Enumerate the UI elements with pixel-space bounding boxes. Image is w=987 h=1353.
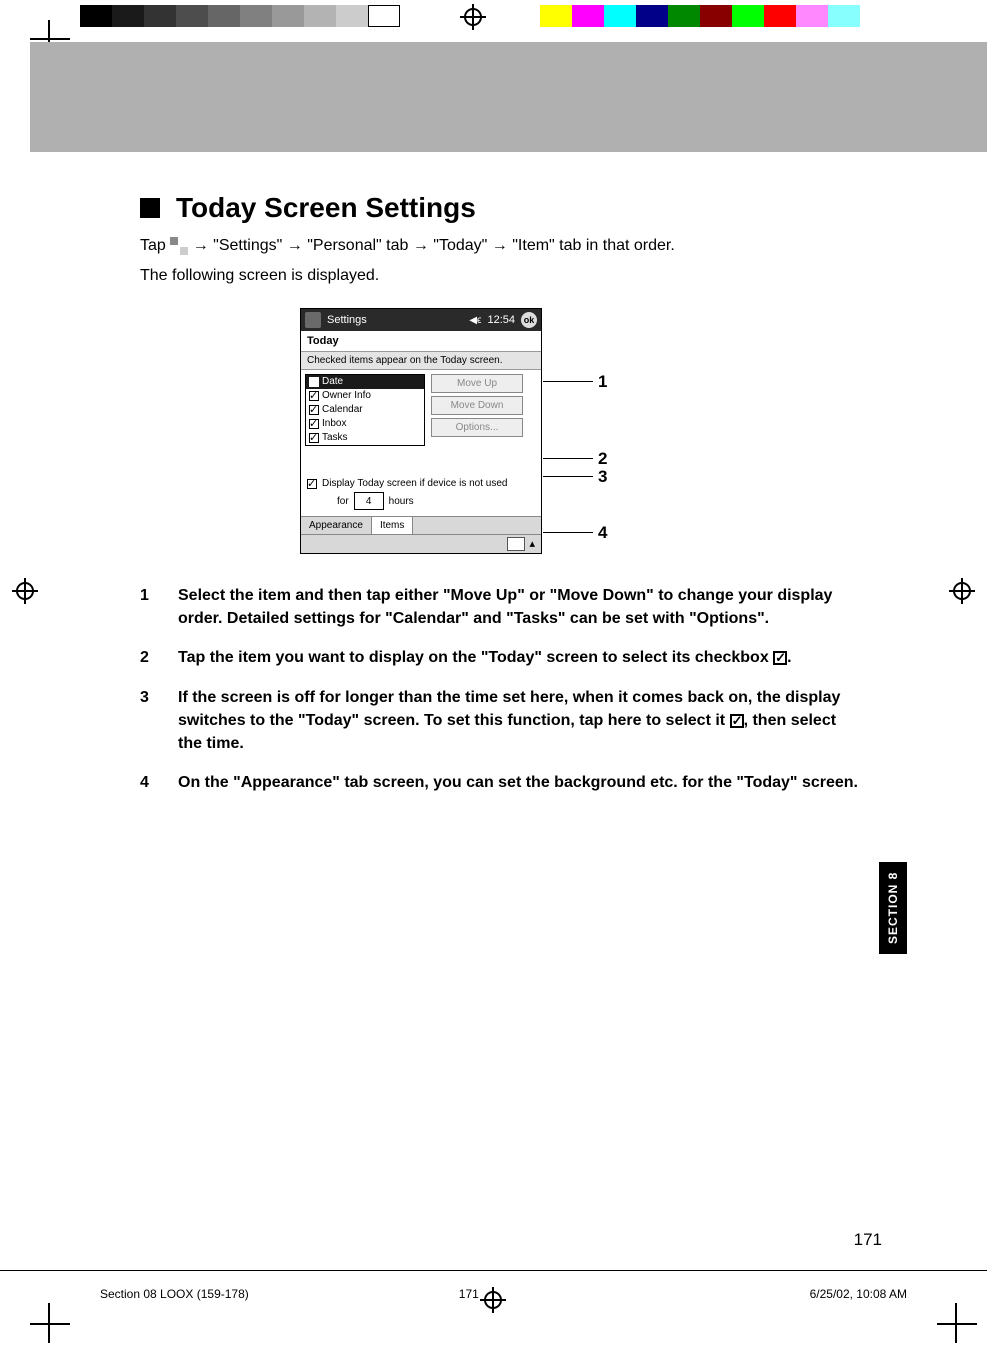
page-number: 171 [854,1230,882,1250]
move-down-button[interactable]: Move Down [431,396,523,415]
pda-timeout-option: Display Today screen if device is not us… [301,476,541,516]
list-item[interactable]: Inbox [306,417,424,431]
swatch [796,5,828,27]
swatch [604,5,636,27]
swatch [572,5,604,27]
content-column: Today Screen Settings Tap → "Settings" →… [140,192,860,810]
square-bullet-icon [140,198,160,218]
footer-rule [0,1270,987,1271]
crop-mark-icon [30,1303,70,1343]
swatch [112,5,144,27]
footer-date: 6/25/02, 10:08 AM [810,1287,907,1301]
registration-mark-icon [12,578,38,604]
pda-screen: Settings ◀ϵ 12:54 ok Today Checked items… [300,308,542,554]
start-flag-icon [170,237,188,255]
list-item: 1 Select the item and then tap either "M… [140,584,860,630]
tab-items[interactable]: Items [372,516,413,534]
list-item[interactable]: Tasks [306,431,424,445]
list-item[interactable]: Owner Info [306,389,424,403]
sip-arrow-icon[interactable]: ▴ [529,537,535,551]
swatch [668,5,700,27]
explanation-list: 1 Select the item and then tap either "M… [140,584,860,794]
speaker-icon: ◀ϵ [469,315,481,326]
hours-input[interactable] [354,492,384,510]
pda-sip-bar: ▴ [301,534,541,553]
list-item: 3 If the screen is off for longer than t… [140,686,860,756]
leader-line [543,381,593,382]
windows-flag-icon [305,312,321,328]
swatch [368,5,400,27]
section-heading: Today Screen Settings [140,192,860,224]
swatch [700,5,732,27]
section-thumb-tab: SECTION 8 [879,862,907,954]
callout-number: 4 [598,523,607,543]
registration-mark-icon [480,1287,506,1313]
swatch [336,5,368,27]
pda-tabs: Appearance Items [301,516,541,534]
intro-line-2: The following screen is displayed. [140,264,860,288]
swatch [176,5,208,27]
pda-subtitle: Today [301,331,541,351]
swatch [540,5,572,27]
callout-number: 2 [598,449,607,469]
tab-appearance[interactable]: Appearance [301,517,372,534]
list-item: 4 On the "Appearance" tab screen, you ca… [140,771,860,794]
move-up-button[interactable]: Move Up [431,374,523,393]
list-item[interactable]: Date [306,375,424,389]
checkbox-glyph-icon [773,651,787,665]
checkbox-icon[interactable] [307,479,317,489]
pda-hint: Checked items appear on the Today screen… [301,351,541,370]
checkbox-icon[interactable] [309,419,319,429]
list-item: 2 Tap the item you want to display on th… [140,646,860,669]
pda-time: 12:54 [487,314,515,326]
checkbox-icon[interactable] [309,377,319,387]
pda-title-text: Settings [327,314,367,326]
swatch [764,5,796,27]
page-header-bar [30,42,987,152]
registration-mark-icon [949,578,975,604]
swatch [240,5,272,27]
callout-number: 1 [598,372,607,392]
swatch [636,5,668,27]
options-button[interactable]: Options... [431,418,523,437]
list-item[interactable]: Calendar [306,403,424,417]
crop-mark-icon [937,1303,977,1343]
checkbox-icon[interactable] [309,433,319,443]
footer-page: 171 [459,1287,479,1301]
swatch [272,5,304,27]
leader-line [543,458,593,459]
color-swatches [80,5,400,27]
swatch [144,5,176,27]
callout-number: 3 [598,467,607,487]
checkbox-icon[interactable] [309,405,319,415]
swatch [828,5,860,27]
checkbox-glyph-icon [730,714,744,728]
leader-line [543,532,593,533]
footer-file: Section 08 LOOX (159-178) [100,1287,249,1301]
document-page: Today Screen Settings Tap → "Settings" →… [0,0,987,1353]
color-swatches-right [540,5,860,27]
swatch [208,5,240,27]
checkbox-icon[interactable] [309,391,319,401]
pda-button-column: Move Up Move Down Options... [431,374,523,446]
intro-line-1: Tap → "Settings" → "Personal" tab → "Tod… [140,234,860,258]
pda-titlebar: Settings ◀ϵ 12:54 ok [301,309,541,331]
pda-body: Date Owner Info Calendar Inbox Tasks Mov… [301,370,541,476]
ok-button[interactable]: ok [521,312,537,328]
registration-mark-icon [460,4,486,30]
keyboard-icon[interactable] [507,537,525,551]
heading-text: Today Screen Settings [176,192,476,224]
swatch [304,5,336,27]
pda-item-list[interactable]: Date Owner Info Calendar Inbox Tasks [305,374,425,446]
leader-line [543,476,593,477]
swatch [80,5,112,27]
swatch [732,5,764,27]
screenshot-figure: Settings ◀ϵ 12:54 ok Today Checked items… [300,308,700,554]
